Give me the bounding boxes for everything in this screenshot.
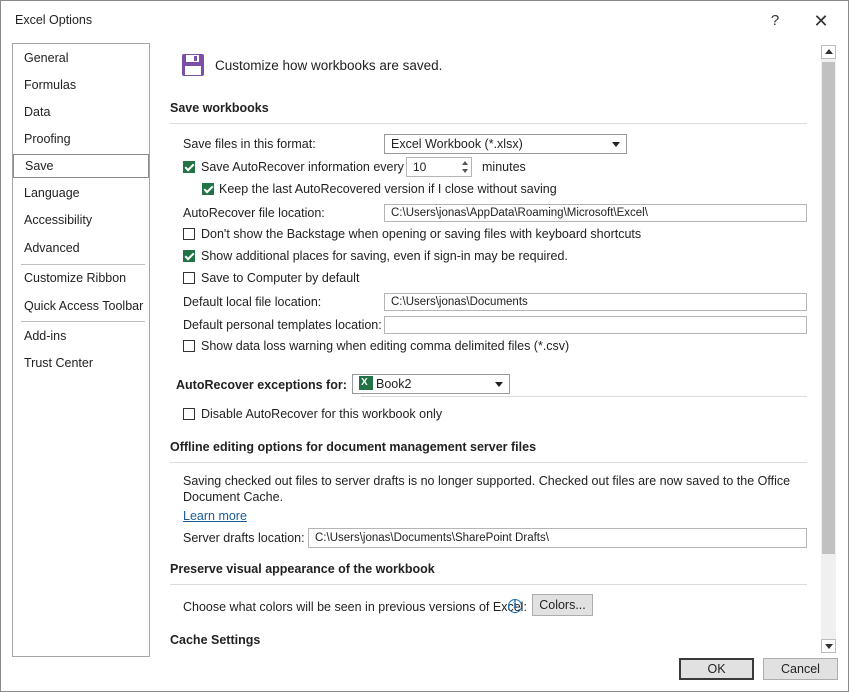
close-button[interactable]: ✕ <box>809 9 833 33</box>
save-format-dropdown[interactable]: Excel Workbook (*.xlsx) <box>384 134 627 154</box>
sidebar-item-formulas[interactable]: Formulas <box>13 73 149 97</box>
section-offline-editing: Offline editing options for document man… <box>170 440 537 454</box>
chevron-down-icon <box>612 142 620 147</box>
scroll-up-button[interactable] <box>821 45 836 59</box>
autorecover-workbook-dropdown[interactable]: Book2 <box>352 374 510 394</box>
title-bar: Excel Options ? ✕ <box>1 1 848 39</box>
section-divider <box>170 462 807 463</box>
autorecover-location-input[interactable]: C:\Users\jonas\AppData\Roaming\Microsoft… <box>384 204 807 222</box>
backstage-checkbox[interactable] <box>183 228 195 240</box>
window-title: Excel Options <box>15 13 93 27</box>
sidebar-divider <box>21 264 145 265</box>
arrow-down-icon <box>825 644 833 649</box>
scroll-down-button[interactable] <box>821 639 836 653</box>
minutes-label: minutes <box>482 160 526 174</box>
additional-places-label: Show additional places for saving, even … <box>201 249 568 263</box>
offline-message-line1: Saving checked out files to server draft… <box>183 474 791 488</box>
sidebar-item-proofing[interactable]: Proofing <box>13 127 149 151</box>
server-drafts-input[interactable]: C:\Users\jonas\Documents\SharePoint Draf… <box>308 528 807 548</box>
sidebar-divider <box>21 321 145 322</box>
save-format-label: Save files in this format: <box>183 137 316 151</box>
spin-up-icon[interactable] <box>462 161 468 165</box>
learn-more-link[interactable]: Learn more <box>183 509 247 523</box>
disable-autorecover-label: Disable AutoRecover for this workbook on… <box>201 407 443 421</box>
keep-last-checkbox[interactable] <box>202 183 214 195</box>
sidebar-item-trust-center[interactable]: Trust Center <box>13 351 149 375</box>
autorecover-location-label: AutoRecover file location: <box>183 206 325 220</box>
section-divider <box>361 396 807 397</box>
sidebar-item-customize-ribbon[interactable]: Customize Ribbon <box>13 266 149 290</box>
colors-description-label: Choose what colors will be seen in previ… <box>183 600 527 614</box>
data-loss-label: Show data loss warning when editing comm… <box>201 339 570 353</box>
floppy-disk-icon <box>182 54 204 76</box>
server-drafts-label: Server drafts location: <box>183 531 305 545</box>
save-settings-panel: Customize how workbooks are saved. Save … <box>151 43 819 655</box>
sidebar-item-data[interactable]: Data <box>13 100 149 124</box>
additional-places-checkbox[interactable] <box>183 250 195 262</box>
section-save-workbooks: Save workbooks <box>170 101 269 115</box>
offline-message-line2: Document Cache. <box>183 490 284 504</box>
sidebar-item-language[interactable]: Language <box>13 181 149 205</box>
keep-last-label: Keep the last AutoRecovered version if I… <box>219 182 557 196</box>
colors-button[interactable]: Colors... <box>532 594 593 616</box>
default-local-label: Default local file location: <box>183 295 322 309</box>
section-divider <box>170 584 807 585</box>
section-cache-settings: Cache Settings <box>170 633 261 647</box>
autorecover-exceptions-label: AutoRecover exceptions for: <box>176 378 347 392</box>
info-icon[interactable]: i <box>508 599 522 613</box>
disable-autorecover-checkbox[interactable] <box>183 408 195 420</box>
section-divider <box>170 123 807 124</box>
backstage-label: Don't show the Backstage when opening or… <box>201 227 642 241</box>
save-computer-label: Save to Computer by default <box>201 271 360 285</box>
cancel-button[interactable]: Cancel <box>763 658 838 680</box>
sidebar-item-quick-access-toolbar[interactable]: Quick Access Toolbar <box>13 294 149 318</box>
sidebar-item-accessibility[interactable]: Accessibility <box>13 208 149 232</box>
page-header-text: Customize how workbooks are saved. <box>215 58 443 73</box>
excel-options-dialog: Excel Options ? ✕ General Formulas Data … <box>0 0 849 692</box>
scrollbar-thumb[interactable] <box>822 62 835 554</box>
autorecover-minutes-value: 10 <box>413 160 427 174</box>
help-button[interactable]: ? <box>763 9 787 33</box>
save-computer-checkbox[interactable] <box>183 272 195 284</box>
default-local-input[interactable]: C:\Users\jonas\Documents <box>384 293 807 311</box>
chevron-down-icon <box>495 382 503 387</box>
vertical-scrollbar[interactable] <box>821 45 836 653</box>
sidebar-item-advanced[interactable]: Advanced <box>13 236 149 260</box>
section-preserve-appearance: Preserve visual appearance of the workbo… <box>170 562 435 576</box>
sidebar-nav: General Formulas Data Proofing Save Lang… <box>12 43 150 657</box>
autorecover-minutes-spinner[interactable]: 10 <box>406 157 472 177</box>
save-format-value: Excel Workbook (*.xlsx) <box>391 137 523 151</box>
data-loss-checkbox[interactable] <box>183 340 195 352</box>
arrow-up-icon <box>825 49 833 54</box>
autorecover-workbook-value: Book2 <box>376 377 412 391</box>
sidebar-item-add-ins[interactable]: Add-ins <box>13 324 149 348</box>
autorecover-label: Save AutoRecover information every <box>201 160 404 174</box>
sidebar-item-save[interactable]: Save <box>13 154 149 178</box>
excel-file-icon <box>359 376 373 390</box>
autorecover-checkbox[interactable] <box>183 161 195 173</box>
sidebar-item-general[interactable]: General <box>13 46 149 70</box>
spin-down-icon[interactable] <box>462 169 468 173</box>
personal-templates-input[interactable] <box>384 316 807 334</box>
ok-button[interactable]: OK <box>679 658 754 680</box>
personal-templates-label: Default personal templates location: <box>183 318 382 332</box>
